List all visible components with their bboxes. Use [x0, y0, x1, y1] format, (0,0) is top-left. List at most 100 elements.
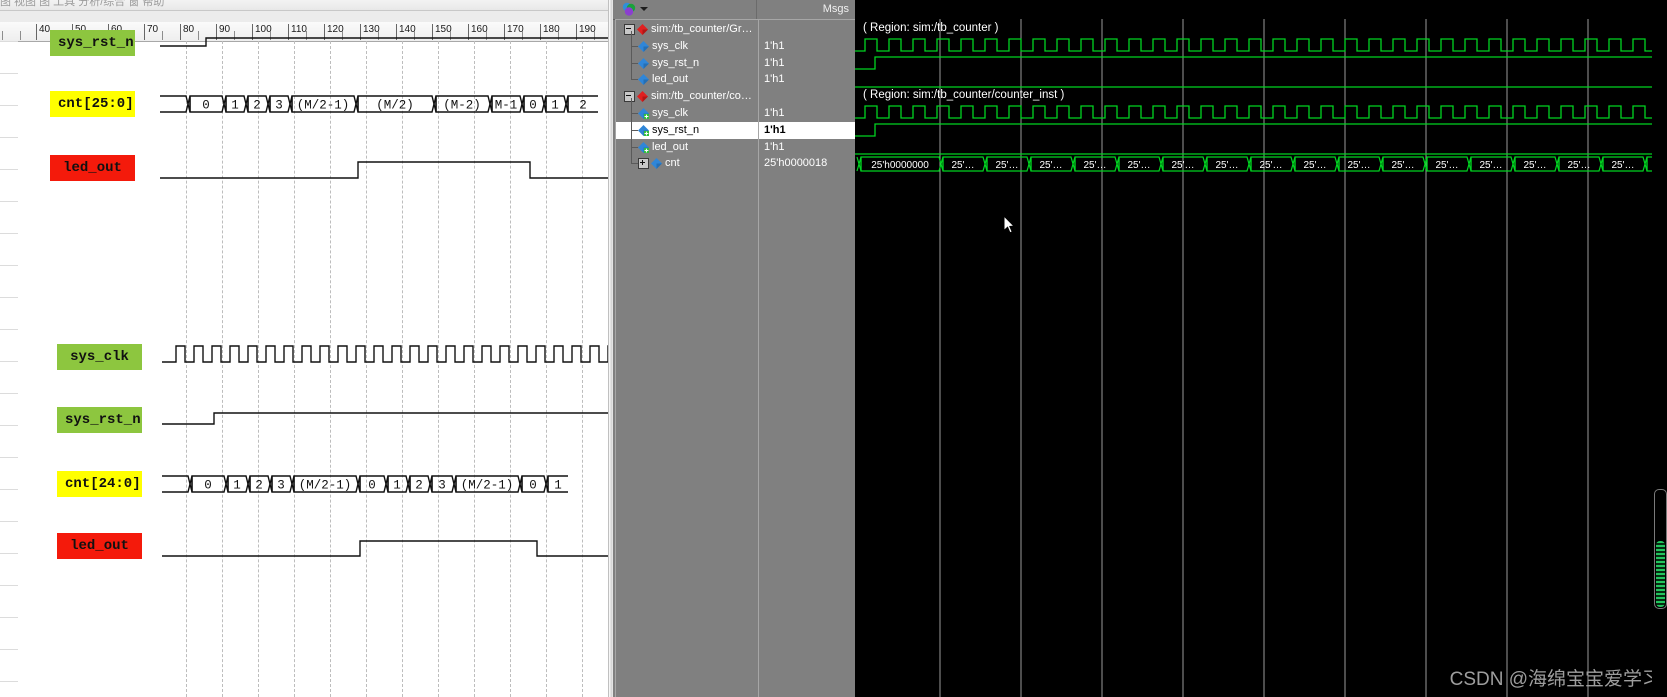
wave-bus-value: 25'…: [1215, 160, 1238, 171]
wave-objects-icon[interactable]: [621, 2, 637, 17]
bus-value-text: 0: [204, 479, 212, 493]
bus-value-text: (M/2-1): [299, 479, 352, 493]
signal-tree-row[interactable]: sim:/tb_counter/Gr…: [616, 21, 758, 38]
bus-value-text: 0: [368, 479, 376, 493]
bus-value-text: 1: [233, 479, 241, 493]
bus-value-text: (M/2-1): [297, 99, 350, 113]
bus-value-text: 2: [253, 99, 261, 113]
red-diamond-icon: [637, 91, 648, 103]
wave-bus-value: 25'…: [1083, 160, 1106, 171]
signal-value-column[interactable]: 1'h1 1'h1 1'h1 1'h1 1'h1 1'h1 25'h0000018: [758, 19, 856, 697]
bus-value-text: M-1: [495, 99, 518, 113]
signal-name-text: sys_clk: [652, 39, 689, 52]
scrollbar-track[interactable]: [1654, 489, 1667, 609]
wave-bus-value: 25'…: [1567, 160, 1590, 171]
bus-value-text: 0: [529, 99, 537, 113]
signal-label-led-out-bottom: led_out: [57, 533, 142, 559]
tree-branch-stub: [631, 113, 638, 114]
bus-value-text: (M-2): [443, 99, 481, 113]
wave-region-label: ( Region: sim:/tb_counter/counter_inst ): [863, 89, 1065, 101]
blue-diamond-icon: [638, 74, 649, 86]
signal-value-text: [759, 21, 856, 38]
waveform-sys-rst-n-top: [160, 28, 612, 50]
bus-value-text: 3: [275, 99, 283, 113]
bus-value-text: (M/2): [376, 99, 414, 113]
tree-branch-line: [631, 31, 632, 80]
timing-diagram-pane: 图 视图 图 工具 分析/综合 窗 帮助 4050607080901001101…: [0, 0, 613, 697]
wave-bus-value: 25'…: [1127, 160, 1150, 171]
bus-value-text: 3: [438, 479, 446, 493]
wave-bus-value: 25'…: [1039, 160, 1062, 171]
bus-value-text: 2: [255, 479, 263, 493]
signal-name-text: sim:/tb_counter/Gr…: [651, 23, 753, 35]
waveform-led-out-bottom: [162, 530, 612, 562]
cropped-menu-text: 图 视图 图 工具 分析/综合 窗 帮助: [0, 0, 165, 8]
wave-region-label: ( Region: sim:/tb_counter ): [863, 22, 999, 34]
waveform-cnt-24-0: 0 1 2 3 (M/2-1) 0 1 2 3 (M/2-1) 0 1: [162, 472, 612, 498]
wave-bus-value: 25'…: [1523, 160, 1546, 171]
modelsim-wave-window: Msgs sim:/tb_counter/Gr… sys_clk sys_rst_n…: [613, 0, 1667, 697]
bus-value-text: 2: [579, 99, 587, 113]
signal-name-text: cnt: [665, 157, 680, 170]
signal-label-sys-clk-bottom: sys_clk: [57, 344, 142, 370]
wave-trace-sys-clk-inst: [855, 105, 1667, 119]
waveform-sys-clk-bottom: [162, 340, 612, 370]
wave-bus-value: 25'…: [1259, 160, 1282, 171]
bus-value-text: 1: [551, 99, 559, 113]
green-plus-diamond-icon: [638, 124, 649, 136]
signal-value-text: 1'h1: [764, 56, 785, 69]
tree-branch-stub: [631, 45, 638, 47]
tree-branch-stub: [631, 129, 638, 131]
mouse-pointer-icon: [1003, 215, 1015, 234]
signal-name-text: sys_rst_n: [652, 56, 700, 69]
msgs-column-header[interactable]: Msgs: [756, 0, 855, 19]
green-plus-diamond-icon: [638, 141, 649, 153]
signal-name-text: sim:/tb_counter/co…: [651, 90, 752, 103]
signal-name-text: sys_clk: [652, 107, 689, 119]
wave-toolbar: Msgs: [613, 0, 1667, 20]
scrollbar-thumb[interactable]: [1656, 541, 1665, 607]
ruler-major-tick: [144, 24, 145, 40]
expand-icon[interactable]: [638, 158, 649, 170]
signal-label-cnt-25-0: cnt[25:0]: [50, 91, 135, 117]
signal-value-text: 1'h1: [764, 107, 785, 119]
bus-value-text: 1: [554, 479, 562, 493]
signal-label-sys-rst-n-top: sys_rst_n: [50, 30, 135, 56]
wave-bus-value: 25'…: [1391, 160, 1414, 171]
signal-name-column[interactable]: sim:/tb_counter/Gr… sys_clk sys_rst_n led_o…: [615, 19, 758, 697]
signal-value-text: 1'h1: [764, 39, 785, 52]
wave-trace-sys-rst-n-inst: [855, 123, 1667, 137]
signal-value-text: 1'h1: [759, 121, 856, 139]
signal-name-text: led_out: [652, 140, 689, 153]
signal-label-cnt-24-0: cnt[24:0]: [57, 471, 142, 497]
ruler-label: 40: [39, 24, 51, 35]
signal-tree-row[interactable]: sim:/tb_counter/co…: [616, 88, 758, 105]
wave-vertical-scrollbar[interactable]: [1652, 19, 1667, 697]
blue-diamond-icon: [638, 40, 649, 52]
wave-trace-sys-rst-n-tb: [855, 56, 1667, 70]
wave-bus-value: 25'…: [951, 160, 974, 171]
collapse-icon[interactable]: [624, 91, 635, 103]
tree-branch-stub: [631, 163, 638, 165]
waveform-sys-rst-n-bottom: [162, 402, 612, 430]
bus-value-text: 2: [415, 479, 423, 493]
collapse-icon[interactable]: [624, 23, 635, 35]
ruler-minor-tick: [20, 31, 21, 40]
cropped-menu-strip: 图 视图 图 工具 分析/综合 窗 帮助: [0, 0, 613, 11]
bus-value-text: 3: [277, 479, 285, 493]
wave-bus-value: 25'h0000000: [871, 160, 929, 171]
chevron-down-icon[interactable]: [640, 7, 648, 11]
signal-name-text: led_out: [652, 73, 689, 86]
wave-canvas[interactable]: ( Region: sim:/tb_counter ) ( Region: sim…: [855, 19, 1667, 697]
tree-branch-stub: [631, 79, 638, 81]
wave-bus-value: 25'…: [1303, 160, 1326, 171]
wave-graphics: ( Region: sim:/tb_counter ) ( Region: sim…: [855, 19, 1667, 697]
wave-bus-value: 25'…: [995, 160, 1018, 171]
toolbar-filler: [855, 0, 1667, 19]
blue-diamond-icon: [638, 57, 649, 69]
signal-value-text: 1'h1: [764, 140, 785, 153]
bus-value-text: 1: [231, 99, 239, 113]
signal-name-text: sys_rst_n: [652, 123, 700, 136]
bus-value-text: 0: [202, 99, 210, 113]
screenshot-root: 图 视图 图 工具 分析/综合 窗 帮助 4050607080901001101…: [0, 0, 1667, 697]
